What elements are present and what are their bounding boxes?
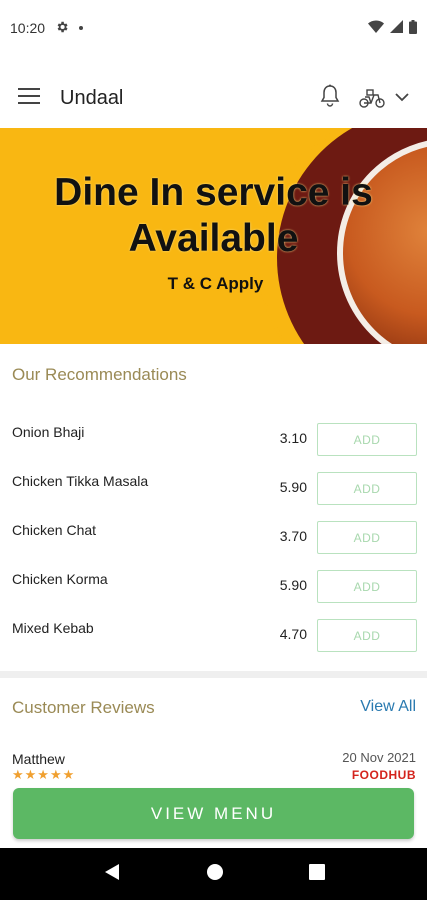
item-price: 5.90 [279,577,307,593]
banner-text: Dine In service is Available T & C Apply [0,170,427,294]
chevron-down-icon[interactable] [395,89,409,107]
recommendations-list: Onion Bhaji 3.10 ADD Chicken Tikka Masal… [0,414,427,659]
add-button[interactable]: ADD [317,570,417,603]
add-button[interactable]: ADD [317,619,417,652]
item-name: Chicken Chat [12,522,97,538]
status-time: 10:20 [10,20,46,36]
system-nav-bar [0,848,427,900]
hamburger-menu-icon[interactable] [18,87,40,109]
promo-banner[interactable]: Dine In service is Available T & C Apply [0,128,427,344]
list-item: Chicken Chat 3.70 ADD [0,512,427,561]
notification-dot-icon [79,26,84,30]
item-name: Mixed Kebab [12,620,94,636]
item-name: Chicken Tikka Masala [12,473,149,489]
add-button[interactable]: ADD [317,472,417,505]
item-price: 4.70 [279,626,307,642]
status-right [368,19,417,37]
list-item: Onion Bhaji 3.10 ADD [0,414,427,463]
app-bar: Undaal [0,70,427,126]
list-item: Chicken Korma 5.90 ADD [0,561,427,610]
banner-title-line1: Dine In service is [54,171,373,214]
banner-subtitle: T & C Apply [167,274,264,293]
status-bar: 10:20 [0,0,427,56]
battery-icon [409,19,417,37]
item-name: Onion Bhaji [12,424,85,440]
settings-icon [55,20,69,37]
reviews-heading: Customer Reviews [12,698,155,717]
bell-icon[interactable] [319,84,341,113]
app-actions [319,84,409,113]
app-title: Undaal [60,86,124,109]
item-price: 3.10 [279,430,307,446]
section-divider [0,671,427,678]
recents-icon[interactable] [308,863,325,885]
review-source-logo: FOODHUB [351,768,416,782]
wifi-icon [368,20,384,37]
signal-icon [390,20,403,36]
item-price: 3.70 [279,528,307,544]
view-menu-button[interactable]: VIEW MENU [13,788,414,839]
recommendations-heading: Our Recommendations [12,365,187,384]
list-item: Chicken Tikka Masala 5.90 ADD [0,463,427,512]
back-icon[interactable] [103,863,121,886]
star-rating-icon: ★★★★★ [12,767,76,782]
item-name: Chicken Korma [12,571,108,587]
add-button[interactable]: ADD [317,521,417,554]
banner-title-line2: Available [128,217,299,260]
item-price: 5.90 [279,479,307,495]
list-item: Mixed Kebab 4.70 ADD [0,610,427,659]
review-date: 20 Nov 2021 [342,750,416,765]
view-all-reviews-link[interactable]: View All [360,698,416,716]
home-icon[interactable] [206,863,224,886]
add-button[interactable]: ADD [317,423,417,456]
review-author: Matthew [12,751,65,767]
delivery-scooter-icon[interactable] [359,88,409,108]
status-left: 10:20 [10,20,84,37]
